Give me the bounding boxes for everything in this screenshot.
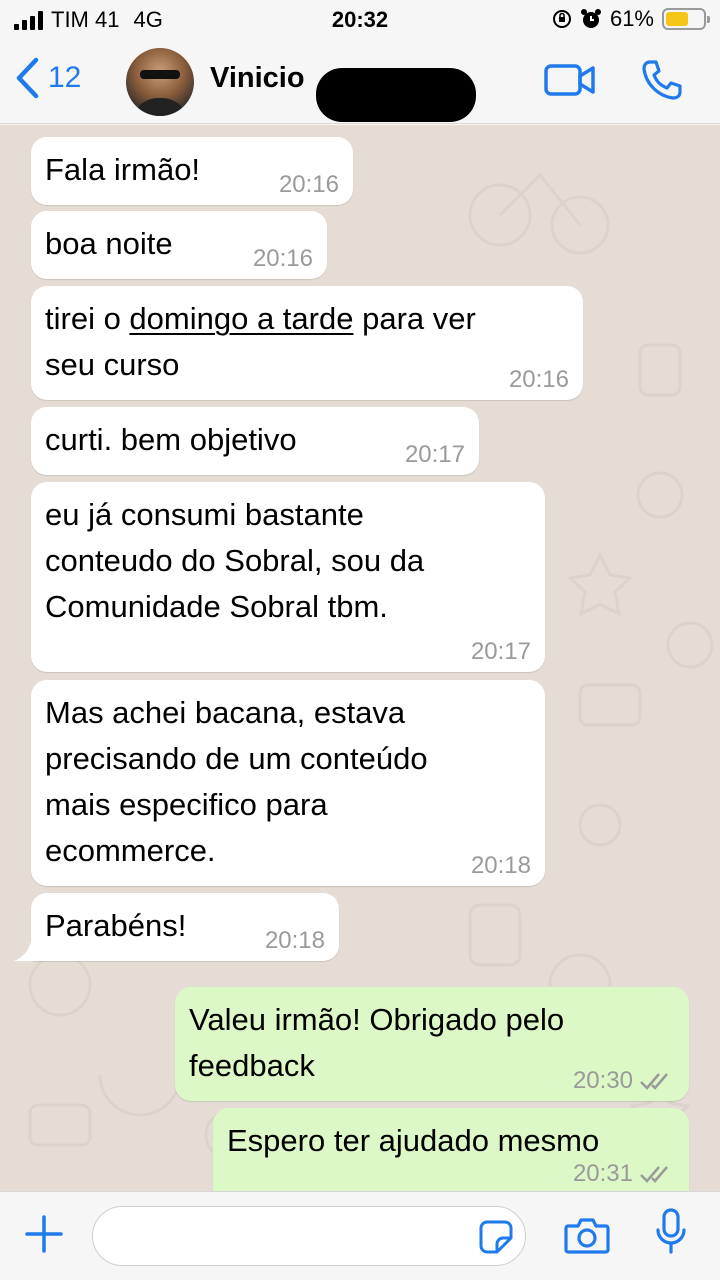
message-bubble-incoming[interactable]: boa noite 20:16 <box>31 211 327 279</box>
contact-name[interactable]: Vinicio <box>210 62 305 95</box>
message-bubble-incoming[interactable]: tirei o domingo a tarde para ver seu cur… <box>31 286 583 400</box>
message-time: 20:17 <box>470 638 531 665</box>
message-meta: 20:30 <box>573 1067 673 1095</box>
avatar-shirt <box>132 98 188 116</box>
battery-icon <box>662 8 710 30</box>
contact-avatar[interactable] <box>126 48 194 116</box>
message-time: 20:30 <box>572 1067 633 1094</box>
redaction-mark <box>316 68 476 122</box>
message-text-part: tirei o <box>45 301 130 336</box>
avatar-glasses <box>140 70 180 79</box>
message-time: 20:16 <box>508 366 569 393</box>
bubble-tail <box>14 937 40 961</box>
unread-count: 12 <box>48 61 82 94</box>
double-check-icon <box>640 1166 668 1183</box>
message-bubble-outgoing[interactable]: Espero ter ajudado mesmo 20:31 <box>213 1108 689 1191</box>
message-bubble-incoming[interactable]: Fala irmão! 20:16 <box>31 137 353 205</box>
phone-call-icon[interactable] <box>640 58 684 102</box>
message-bubble-incoming[interactable]: Parabéns! 20:18 <box>31 893 339 961</box>
message-input-bar <box>0 1191 720 1280</box>
message-meta: 20:31 <box>573 1160 673 1188</box>
plus-icon[interactable] <box>24 1214 64 1254</box>
message-time: 20:31 <box>572 1160 633 1187</box>
message-time: 20:18 <box>264 927 325 954</box>
message-text: curti. bem objetivo <box>45 422 297 457</box>
camera-icon[interactable] <box>564 1216 610 1254</box>
status-bar: TIM 41 4G 20:32 61% <box>0 0 720 40</box>
video-call-icon[interactable] <box>544 62 596 98</box>
message-bubble-incoming[interactable]: Mas achei bacana, estava precisando de u… <box>31 680 545 886</box>
battery-percent: 61% <box>609 6 654 31</box>
message-time: 20:16 <box>278 171 339 198</box>
message-bubble-outgoing[interactable]: Valeu irmão! Obrigado pelo feedback 20:3… <box>175 987 689 1101</box>
rotation-lock-icon <box>552 10 571 28</box>
message-time: 20:17 <box>404 441 465 468</box>
status-right: 61% <box>552 6 710 32</box>
message-text: eu já consumi bastante conteudo do Sobra… <box>45 497 425 624</box>
chat-area[interactable]: Fala irmão! 20:16 boa noite 20:16 tirei … <box>0 125 720 1191</box>
microphone-icon[interactable] <box>654 1208 688 1256</box>
message-text: Espero ter ajudado mesmo <box>227 1123 600 1158</box>
message-text: Mas achei bacana, estava precisando de u… <box>45 695 428 868</box>
back-button[interactable]: 12 <box>14 56 81 100</box>
message-time: 20:16 <box>252 245 313 272</box>
message-text: tirei o domingo a tarde para ver seu cur… <box>45 296 569 388</box>
chat-header: 12 Vinicio <box>0 40 720 124</box>
chevron-left-icon <box>16 57 39 99</box>
message-bubble-incoming[interactable]: curti. bem objetivo 20:17 <box>31 407 479 475</box>
alarm-icon <box>580 9 601 28</box>
double-check-icon <box>640 1073 668 1090</box>
message-bubble-incoming[interactable]: eu já consumi bastante conteudo do Sobra… <box>31 482 545 672</box>
message-time: 20:18 <box>470 852 531 879</box>
date-link[interactable]: domingo a tarde <box>129 301 353 336</box>
sticker-icon[interactable] <box>479 1220 513 1254</box>
battery-fill <box>666 12 688 26</box>
message-input[interactable] <box>92 1206 526 1266</box>
